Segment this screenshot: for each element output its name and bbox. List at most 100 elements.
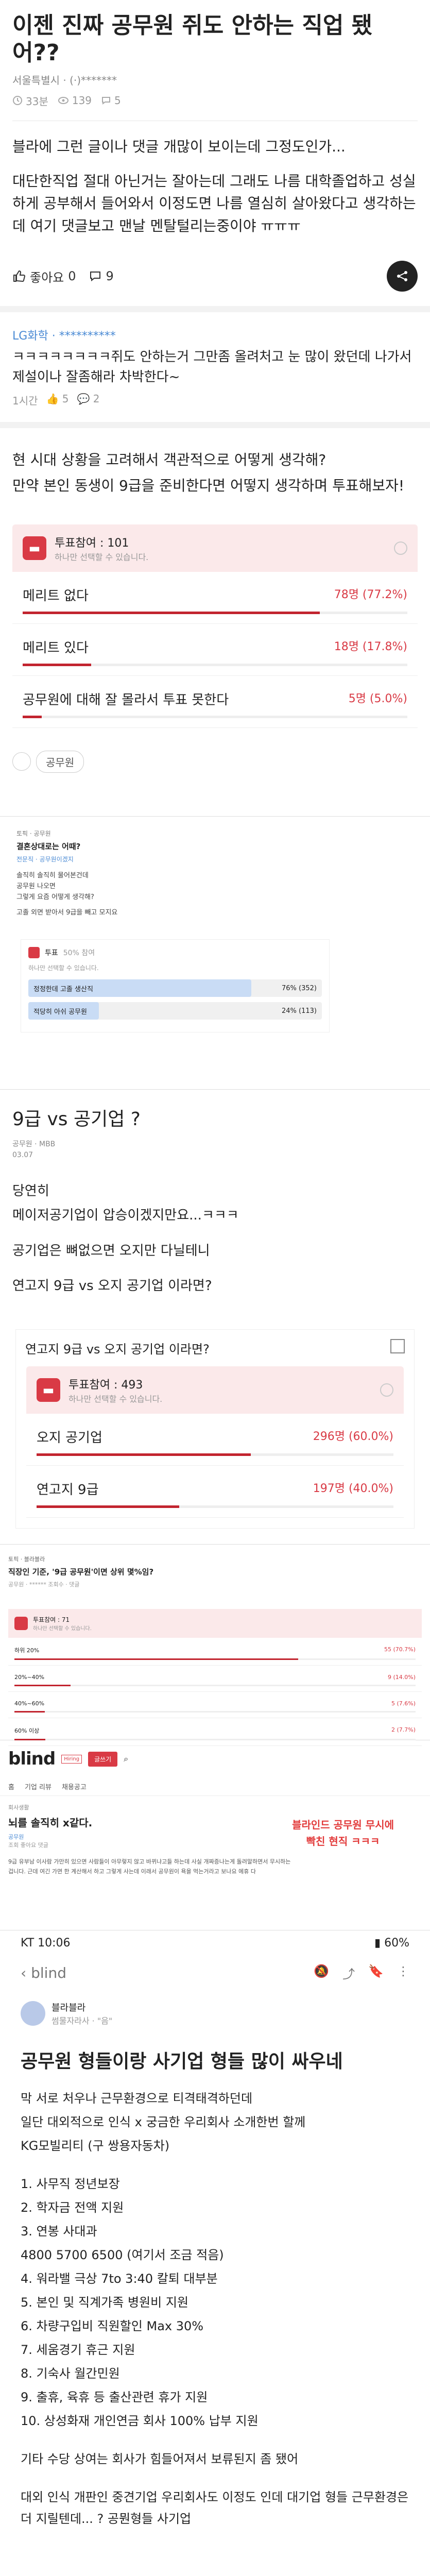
poll-option-label: 공무원에 대해 잘 몰라서 투표 못한다 [23, 692, 229, 708]
blind-nav-reviews[interactable]: 기업 리뷰 [25, 1782, 51, 1791]
poll-bar [14, 1685, 416, 1687]
avatar[interactable] [21, 2001, 45, 2026]
exam-poll-option[interactable]: 적당히 아쉬 공무원 24% (113) [28, 1002, 322, 1020]
bookmark-icon[interactable]: 🔖 [368, 1964, 384, 1982]
job-poll-option[interactable]: 40%~60% 5 (7.6%) [8, 1692, 422, 1719]
poll-box-icon [28, 947, 40, 959]
job-poll-option[interactable]: 하위 20% 55 (70.7%) [8, 1638, 422, 1666]
poll-bar-fill [14, 1685, 71, 1687]
share-button[interactable] [387, 261, 418, 292]
phone-body-line: 8. 기숙사 월간민원 [21, 2366, 120, 2381]
poll-option[interactable]: 연고지 9급 197명 (40.0%) [26, 1466, 404, 1518]
phone-nav-actions: 🔕 ⤴ 🔖 ⋮ [314, 1964, 409, 1982]
poll-option[interactable]: 메리트 있다 18명 (17.8%) [12, 624, 418, 676]
post-body-2: 현 시대 상황을 고려해서 객관적으로 어떻게 생각해? 만약 본인 동생이 9… [0, 428, 430, 514]
poll-option-label: 메리트 있다 [23, 640, 89, 656]
exam-option-result: 24% (113) [282, 1007, 317, 1015]
phone-body-line: KG모빌리티 (구 쌍용자동차) [21, 2138, 170, 2153]
post-meta-row: 33분 139 5 [0, 87, 430, 121]
poll-option[interactable]: 오지 공기업 296명 (60.0%) [26, 1414, 404, 1466]
page: 이젠 진짜 공무원 쥐도 안하는 직업 됐어?? 서울특별시 · (·)****… [0, 0, 430, 2552]
poll-header: ▬ 투표참여 : 493 하나만 선택할 수 있습니다. [26, 1366, 404, 1414]
phone-author: 블라블라 썸물자라사 · "음" [0, 1990, 430, 2037]
poll-header-text: 투표참여 : 493 하나만 선택할 수 있습니다. [68, 1376, 162, 1404]
poll-bar [23, 611, 407, 614]
phone-body-line: 대외 인식 개판인 중견기업 우리회사도 이정도 인데 대기업 형들 근무환경은… [21, 2489, 409, 2526]
job-category: 토픽 · 블라블라 [8, 1556, 45, 1563]
blind-category: 회사생활 [8, 1804, 29, 1811]
poll-bar [23, 715, 407, 718]
poll-participants: 투표참여 : 101 [55, 536, 129, 550]
job-poll-option[interactable]: 20%~40% 9 (14.0%) [8, 1666, 422, 1692]
poll-box-icon: ▬ [23, 536, 46, 560]
job-option-result: 5 (7.6%) [391, 1700, 416, 1707]
phone-body-line: 4800 5700 6500 (여기서 조금 적음) [21, 2247, 224, 2262]
write-button[interactable]: 글쓰기 [88, 1751, 118, 1767]
job-poll: 투표참여 : 71 하나만 선택할 수 있습니다. 하위 20% 55 (70.7… [8, 1609, 422, 1747]
q-poll: 연고지 9급 vs 오지 공기업 이라면? ▬ 투표참여 : 493 하나만 선… [15, 1329, 415, 1529]
share-icon[interactable]: ⤴ [342, 1964, 355, 1982]
exam-body: 솔직히 솔직히 물어본건데 공무원 나오면 그렇게 요즘 어떻게 생각해? 고졸… [16, 871, 414, 919]
comment-button[interactable]: 9 [89, 269, 114, 283]
poll-option-label: 연고지 9급 [37, 1482, 99, 1498]
job-option-result: 55 (70.7%) [384, 1646, 416, 1653]
q-body-text: 당연히 [12, 1183, 49, 1199]
job-post: 토픽 · 블라블라 직장인 기준, '9급 공무원'이면 상위 몇%임? 공무원… [0, 1544, 430, 1747]
post-actions-left: 좋아요 0 9 [12, 267, 114, 285]
poll-sub: 하나만 선택할 수 있습니다. [55, 552, 149, 562]
poll-option-result: 296명 (60.0%) [313, 1430, 393, 1444]
poll-option[interactable]: 메리트 없다 78명 (77.2%) [12, 572, 418, 624]
phone-body-line: 2. 학자금 전액 지원 [21, 2200, 124, 2215]
post-title: 이젠 진짜 공무원 쥐도 안하는 직업 됐어?? [12, 12, 373, 66]
q-poll-body: ▬ 투표참여 : 493 하나만 선택할 수 있습니다. 오지 공기업 296명 … [26, 1366, 404, 1518]
exam-poll-sub: 하나만 선택할 수 있습니다. [28, 964, 99, 972]
poll-bar-fill [23, 663, 91, 666]
comment-reply-button[interactable]: 💬 2 [77, 393, 100, 408]
more-icon[interactable]: ⋮ [397, 1964, 409, 1982]
poll-option-row: 오지 공기업 296명 (60.0%) [37, 1427, 393, 1446]
blind-logo[interactable]: blind [8, 1749, 56, 1769]
phone-author-text: 블라블라 썸물자라사 · "음" [51, 2001, 112, 2026]
poll-option[interactable]: 공무원에 대해 잘 몰라서 투표 못한다 5명 (5.0%) [12, 676, 418, 728]
post-body-line: 현 시대 상황을 고려해서 객관적으로 어떻게 생각해? [12, 451, 326, 469]
search-icon[interactable]: ⌕ [124, 1754, 128, 1764]
exam-body-line: 솔직히 솔직히 물어본건데 [16, 871, 89, 879]
blind-hiring-tag[interactable]: Hiring [61, 1754, 82, 1764]
comment-time: 1시간 [12, 395, 38, 408]
post-body-line: 대단한직업 절대 아닌거는 잘아는데 그래도 나름 대학졸업하고 성실하게 공부… [12, 172, 416, 234]
poll-option-row: 메리트 없다 78명 (77.2%) [23, 585, 407, 604]
section-divider [0, 306, 430, 313]
job-option-row: 20%~40% 9 (14.0%) [14, 1674, 416, 1681]
blind-nav-jobs[interactable]: 채용공고 [62, 1782, 87, 1791]
phone-body-line: 6. 차량구입비 직원할인 Max 30% [21, 2318, 204, 2333]
tag-chip[interactable]: 공무원 [36, 750, 84, 773]
comment-like-button[interactable]: 👍 5 [46, 393, 69, 408]
poll-bar [23, 663, 407, 666]
poll-bar-fill [37, 1505, 180, 1509]
blind-nav-home[interactable]: 홈 [8, 1782, 14, 1791]
exam-poll-head: 투표 50% 참여 [28, 947, 322, 959]
exam-poll-title: 투표 [45, 949, 58, 958]
back-nav[interactable]: ‹ blind [21, 1964, 66, 1981]
expand-icon[interactable] [390, 1339, 405, 1354]
q-title: 9급 vs 공기업 ? [12, 1108, 141, 1130]
poll-option-label: 오지 공기업 [37, 1430, 102, 1446]
comment-text: ㅋㅋㅋㅋㅋㅋㅋㅋ쥐도 안하는거 그만좀 올려처고 눈 많이 왔던데 나가서 제설… [12, 349, 412, 385]
poll-sub: 하나만 선택할 수 있습니다. [68, 1394, 163, 1404]
mute-icon[interactable]: 🔕 [314, 1964, 329, 1982]
exam-poll-option[interactable]: 정정한데 고졸 생산직 76% (352) [28, 979, 322, 997]
poll-radio[interactable] [394, 541, 407, 555]
phone-body-line: 4. 워라밸 극상 7to 3:40 칼퇴 대부분 [21, 2271, 218, 2286]
views-item: 139 [58, 94, 92, 107]
poll-option-result: 18명 (17.8%) [334, 640, 407, 653]
job-poll-count: 투표참여 : 71 [33, 1616, 70, 1624]
poll-1: ▬ 투표참여 : 101 하나만 선택할 수 있습니다. 메리트 없다 78명 (… [12, 524, 418, 728]
phone-body-line: 10. 상성화재 개인연금 회사 100% 납부 지원 [21, 2413, 259, 2428]
poll-radio[interactable] [380, 1383, 393, 1397]
job-poll-head: 투표참여 : 71 하나만 선택할 수 있습니다. [8, 1609, 422, 1638]
like-button[interactable]: 좋아요 0 [12, 267, 76, 285]
blind-nav: 홈 기업 리뷰 채용공고 [0, 1777, 430, 1797]
comment-author[interactable]: LG화학 · ********** [12, 327, 418, 343]
q-body-text: 메이저공기업이 압승이겠지만요...ㅋㅋㅋ [12, 1207, 239, 1223]
q-meta-date: 03.07 [12, 1150, 33, 1159]
